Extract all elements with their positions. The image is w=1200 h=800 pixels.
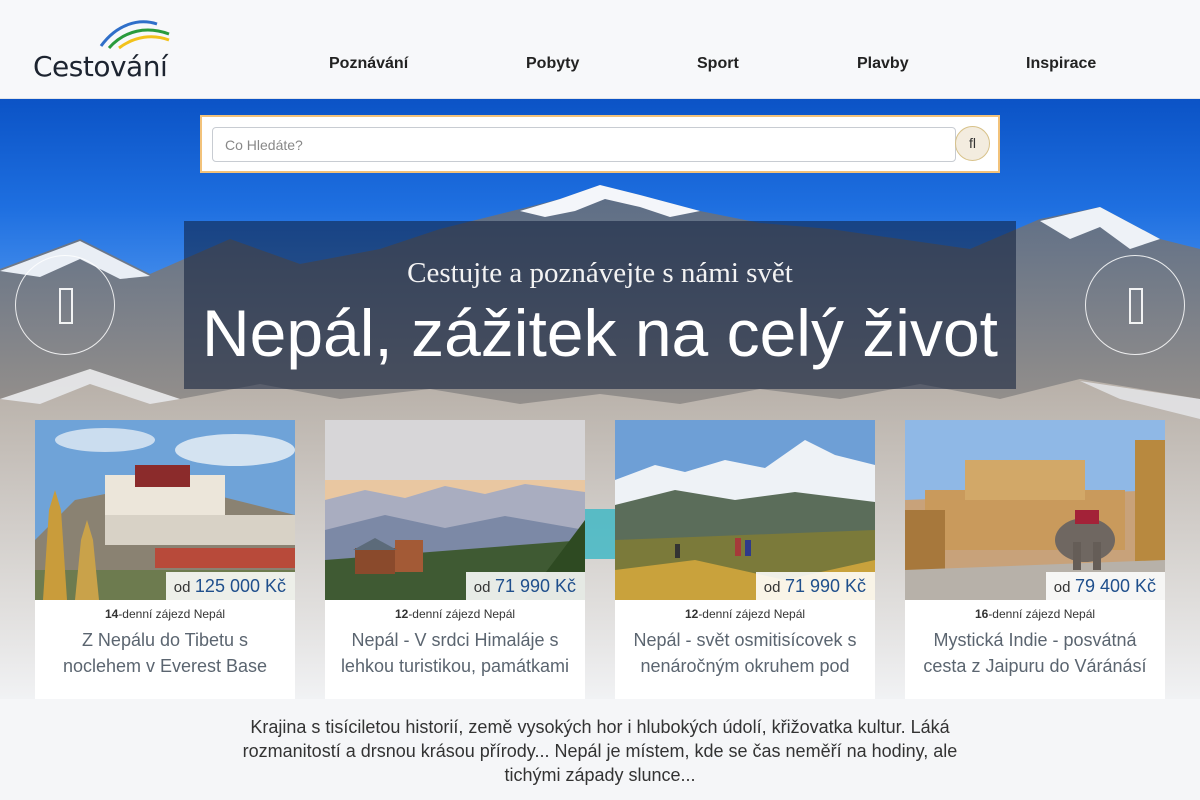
hero-banner: Cestujte a poznávejte s námi svět Nepál,… (184, 221, 1016, 389)
site-header: Cestování Poznávání Pobyty Sport Plavby … (0, 0, 1200, 99)
search-input[interactable] (212, 127, 956, 162)
arrow-left-icon (59, 288, 73, 324)
tour-days: 14 (104, 607, 119, 621)
price-prefix: od (173, 579, 191, 596)
price-tag: od 71 990 Kč (465, 572, 585, 600)
price-tag: od 125 000 Kč (165, 572, 295, 600)
price-value: 79 400 Kč (1074, 576, 1156, 596)
tour-card[interactable]: od 79 400 Kč 16-denní zájezd Nepál Mysti… (905, 420, 1165, 699)
tour-image-india[interactable]: od 79 400 Kč (905, 420, 1165, 600)
nav-item-sport[interactable]: Sport (697, 54, 739, 74)
price-prefix: od (1053, 579, 1071, 596)
tour-type: -denní zájezd Nepál (988, 607, 1096, 621)
logo-swoosh-icon (99, 20, 170, 50)
arrow-right-icon (1129, 288, 1143, 324)
banner-subtitle: Cestujte a poznávejte s námi svět (407, 257, 793, 289)
price-tag: od 79 400 Kč (1045, 572, 1165, 600)
tour-image-himalaya[interactable]: od 71 990 Kč (325, 420, 585, 600)
tour-type: -denní zájezd Nepál (118, 607, 226, 621)
tour-image-tibet[interactable]: od 125 000 Kč (35, 420, 295, 600)
tour-duration: 16-denní zájezd Nepál (905, 607, 1165, 621)
tour-type: -denní zájezd Nepál (408, 607, 516, 621)
search-icon: fl (969, 135, 976, 151)
search-box: fl (200, 115, 1000, 173)
logo-text: Cestování (33, 50, 168, 83)
price-value: 71 990 Kč (784, 576, 866, 596)
tour-days: 12 (394, 607, 409, 621)
tour-title[interactable]: Nepál - svět osmitisícovek s nenáročným … (629, 627, 861, 679)
nav-item-plavby[interactable]: Plavby (857, 54, 909, 74)
tour-title[interactable]: Nepál - V srdci Himaláje s lehkou turist… (339, 627, 571, 679)
carousel-next-button[interactable] (1085, 255, 1185, 355)
logo[interactable]: Cestování (33, 16, 173, 84)
tour-duration: 14-denní zájezd Nepál (35, 607, 295, 621)
tour-title[interactable]: Mystická Indie - posvátná cesta z Jaipur… (919, 627, 1151, 679)
search-button[interactable]: fl (955, 126, 990, 161)
tour-days: 12 (684, 607, 699, 621)
price-prefix: od (473, 579, 491, 596)
price-value: 71 990 Kč (494, 576, 576, 596)
tour-card[interactable]: od 71 990 Kč 12-denní zájezd Nepál Nepál… (325, 420, 585, 699)
nav-item-pobyty[interactable]: Pobyty (526, 54, 579, 74)
price-tag: od 71 990 Kč (755, 572, 875, 600)
tour-image-mountains[interactable]: od 71 990 Kč (615, 420, 875, 600)
tour-duration: 12-denní zájezd Nepál (615, 607, 875, 621)
tour-title[interactable]: Z Nepálu do Tibetu s noclehem v Everest … (49, 627, 281, 679)
tour-card[interactable]: od 125 000 Kč 14-denní zájezd Nepál Z Ne… (35, 420, 295, 699)
tour-days: 16 (974, 607, 989, 621)
tour-card[interactable]: od 71 990 Kč 12-denní zájezd Nepál Nepál… (615, 420, 875, 699)
banner-title: Nepál, zážitek na celý život (201, 296, 999, 370)
destination-description: Krajina s tisíciletou historií, země vys… (242, 717, 958, 785)
tour-duration: 12-denní zájezd Nepál (325, 607, 585, 621)
hero-section: fl Cestujte a poznávejte s námi svět Nep… (0, 99, 1200, 699)
price-prefix: od (763, 579, 781, 596)
nav-item-inspirace[interactable]: Inspirace (1026, 54, 1096, 74)
price-value: 125 000 Kč (194, 576, 286, 596)
tour-type: -denní zájezd Nepál (698, 607, 806, 621)
carousel-prev-button[interactable] (15, 255, 115, 355)
nav-item-poznavani[interactable]: Poznávání (329, 54, 408, 74)
